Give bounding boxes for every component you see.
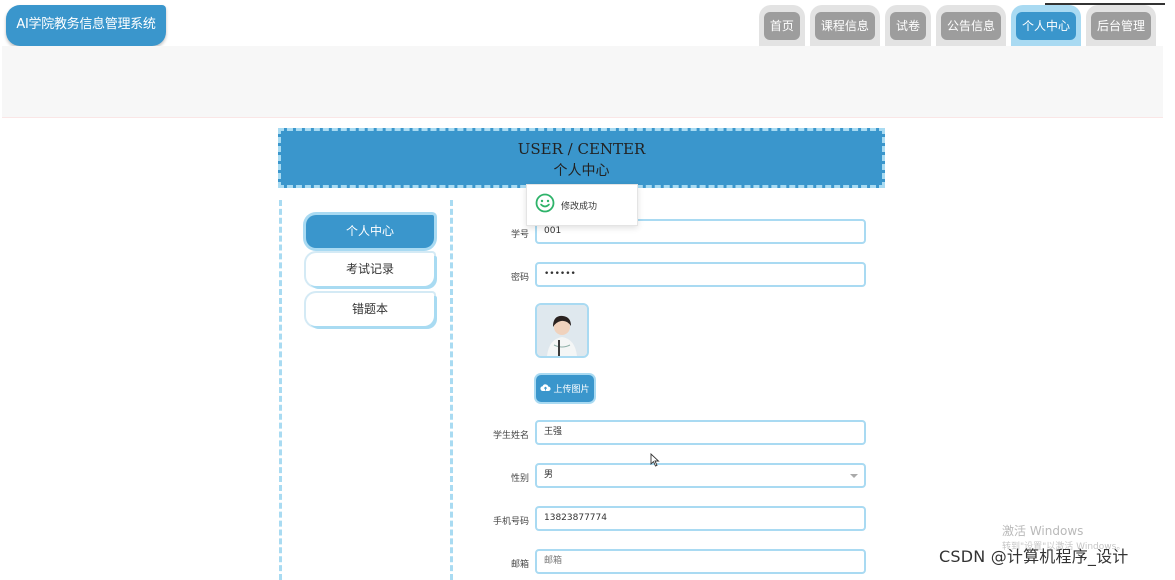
nav-item-label: 首页 bbox=[763, 12, 800, 40]
nav-item-courses[interactable]: 课程信息 bbox=[809, 5, 880, 47]
page-title-en: USER / CENTER bbox=[517, 140, 646, 158]
gender-value: 男 bbox=[544, 470, 554, 480]
smile-icon bbox=[535, 193, 555, 217]
top-nav: 首页 课程信息 试卷 公告信息 个人中心 后台管理 bbox=[758, 5, 1156, 47]
phone-field[interactable]: 13823877774 bbox=[535, 506, 866, 531]
chevron-down-icon bbox=[850, 474, 858, 478]
sidebar-item-exam-records[interactable]: 考试记录 bbox=[306, 253, 434, 286]
success-toast: 修改成功 bbox=[526, 184, 638, 226]
csdn-watermark: CSDN @计算机程序_设计 bbox=[939, 547, 1129, 566]
mouse-cursor-icon bbox=[650, 452, 660, 471]
cloud-upload-icon bbox=[540, 383, 552, 395]
page-title-cn: 个人中心 bbox=[553, 163, 610, 179]
student-name-field[interactable]: 王强 bbox=[535, 420, 866, 445]
nav-item-home[interactable]: 首页 bbox=[758, 5, 805, 47]
avatar-image bbox=[535, 303, 589, 358]
upload-button-label: 上传图片 bbox=[553, 385, 590, 395]
nav-item-announcements[interactable]: 公告信息 bbox=[935, 5, 1006, 47]
activate-windows-text: 激活 Windows bbox=[1002, 524, 1084, 538]
nav-item-admin[interactable]: 后台管理 bbox=[1085, 5, 1156, 47]
nav-item-exams[interactable]: 试卷 bbox=[884, 5, 931, 47]
nav-item-label: 个人中心 bbox=[1015, 12, 1076, 40]
email-field[interactable]: 邮箱 bbox=[535, 549, 866, 574]
sidebar-item-profile[interactable]: 个人中心 bbox=[306, 215, 434, 248]
toast-message: 修改成功 bbox=[561, 201, 598, 212]
nav-item-profile[interactable]: 个人中心 bbox=[1010, 5, 1081, 47]
email-label: 邮箱 bbox=[510, 560, 529, 570]
student-id-label: 学号 bbox=[510, 230, 529, 240]
nav-item-label: 后台管理 bbox=[1090, 12, 1151, 40]
gender-select[interactable]: 男 bbox=[535, 463, 866, 488]
sidebar: 个人中心 考试记录 错题本 bbox=[279, 200, 453, 580]
nav-item-label: 课程信息 bbox=[814, 12, 875, 40]
app-title[interactable]: AI学院教务信息管理系统 bbox=[6, 5, 166, 46]
page-title-banner: USER / CENTER 个人中心 bbox=[278, 128, 885, 188]
password-label: 密码 bbox=[510, 273, 529, 283]
nav-item-label: 试卷 bbox=[889, 12, 926, 40]
sidebar-item-wrong-questions[interactable]: 错题本 bbox=[306, 293, 434, 326]
nav-item-label: 公告信息 bbox=[940, 12, 1001, 40]
upload-image-button[interactable]: 上传图片 bbox=[536, 375, 594, 402]
phone-label: 手机号码 bbox=[492, 517, 529, 527]
gender-label: 性别 bbox=[510, 474, 529, 484]
header-banner-strip bbox=[2, 46, 1163, 118]
student-name-label: 学生姓名 bbox=[492, 431, 529, 441]
password-field[interactable]: •••••• bbox=[535, 262, 866, 287]
